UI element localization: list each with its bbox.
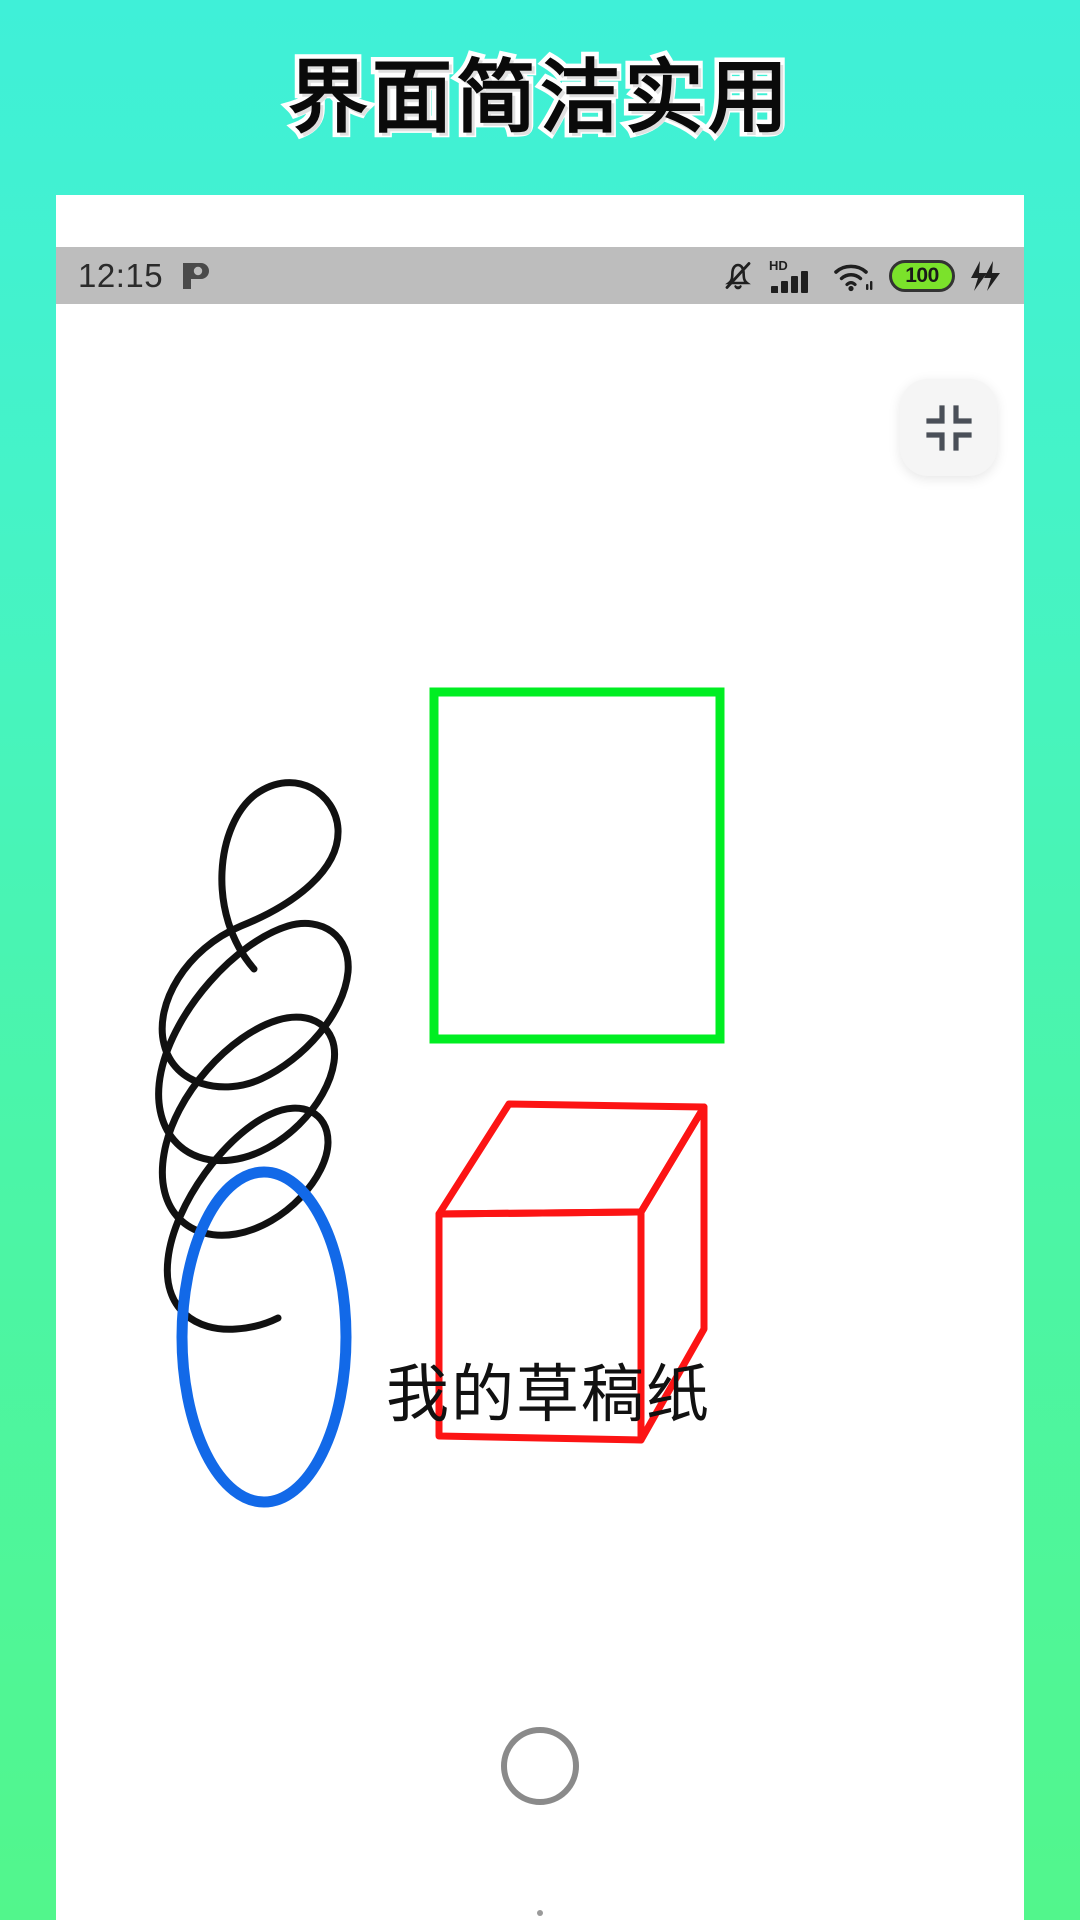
pinduoduo-icon — [179, 260, 210, 292]
promo-title: 界面简洁实用 — [284, 50, 793, 144]
hd-signal-icon: HD — [769, 257, 819, 295]
drawing-canvas[interactable]: 我的草稿纸 — [56, 304, 1024, 1920]
bell-muted-icon — [720, 258, 756, 294]
status-bar-left: 12:15 — [78, 256, 210, 295]
battery-icon: 100 — [889, 259, 955, 292]
phone-screenshot: 12:15 HD 100 我的草稿纸 — [56, 195, 1024, 1920]
status-bar-right: HD 100 — [720, 257, 1002, 295]
canvas-note-label[interactable]: 我的草稿纸 — [386, 1344, 711, 1435]
drawing-strokes-layer — [155, 687, 725, 1508]
page-indicator-dot — [537, 1910, 543, 1916]
green-rectangle — [429, 687, 725, 1044]
status-clock: 12:15 — [78, 256, 164, 294]
black-scribble-spiral — [155, 779, 352, 1333]
charging-bolt-icon — [968, 258, 1002, 294]
status-bar: 12:15 HD 100 — [56, 247, 1024, 304]
battery-level-text: 100 — [905, 263, 939, 287]
promo-banner: 界面简洁实用 — [0, 0, 1080, 195]
svg-text:HD: HD — [769, 258, 788, 273]
home-circle-button[interactable] — [501, 1727, 579, 1805]
wifi-icon — [832, 258, 876, 294]
